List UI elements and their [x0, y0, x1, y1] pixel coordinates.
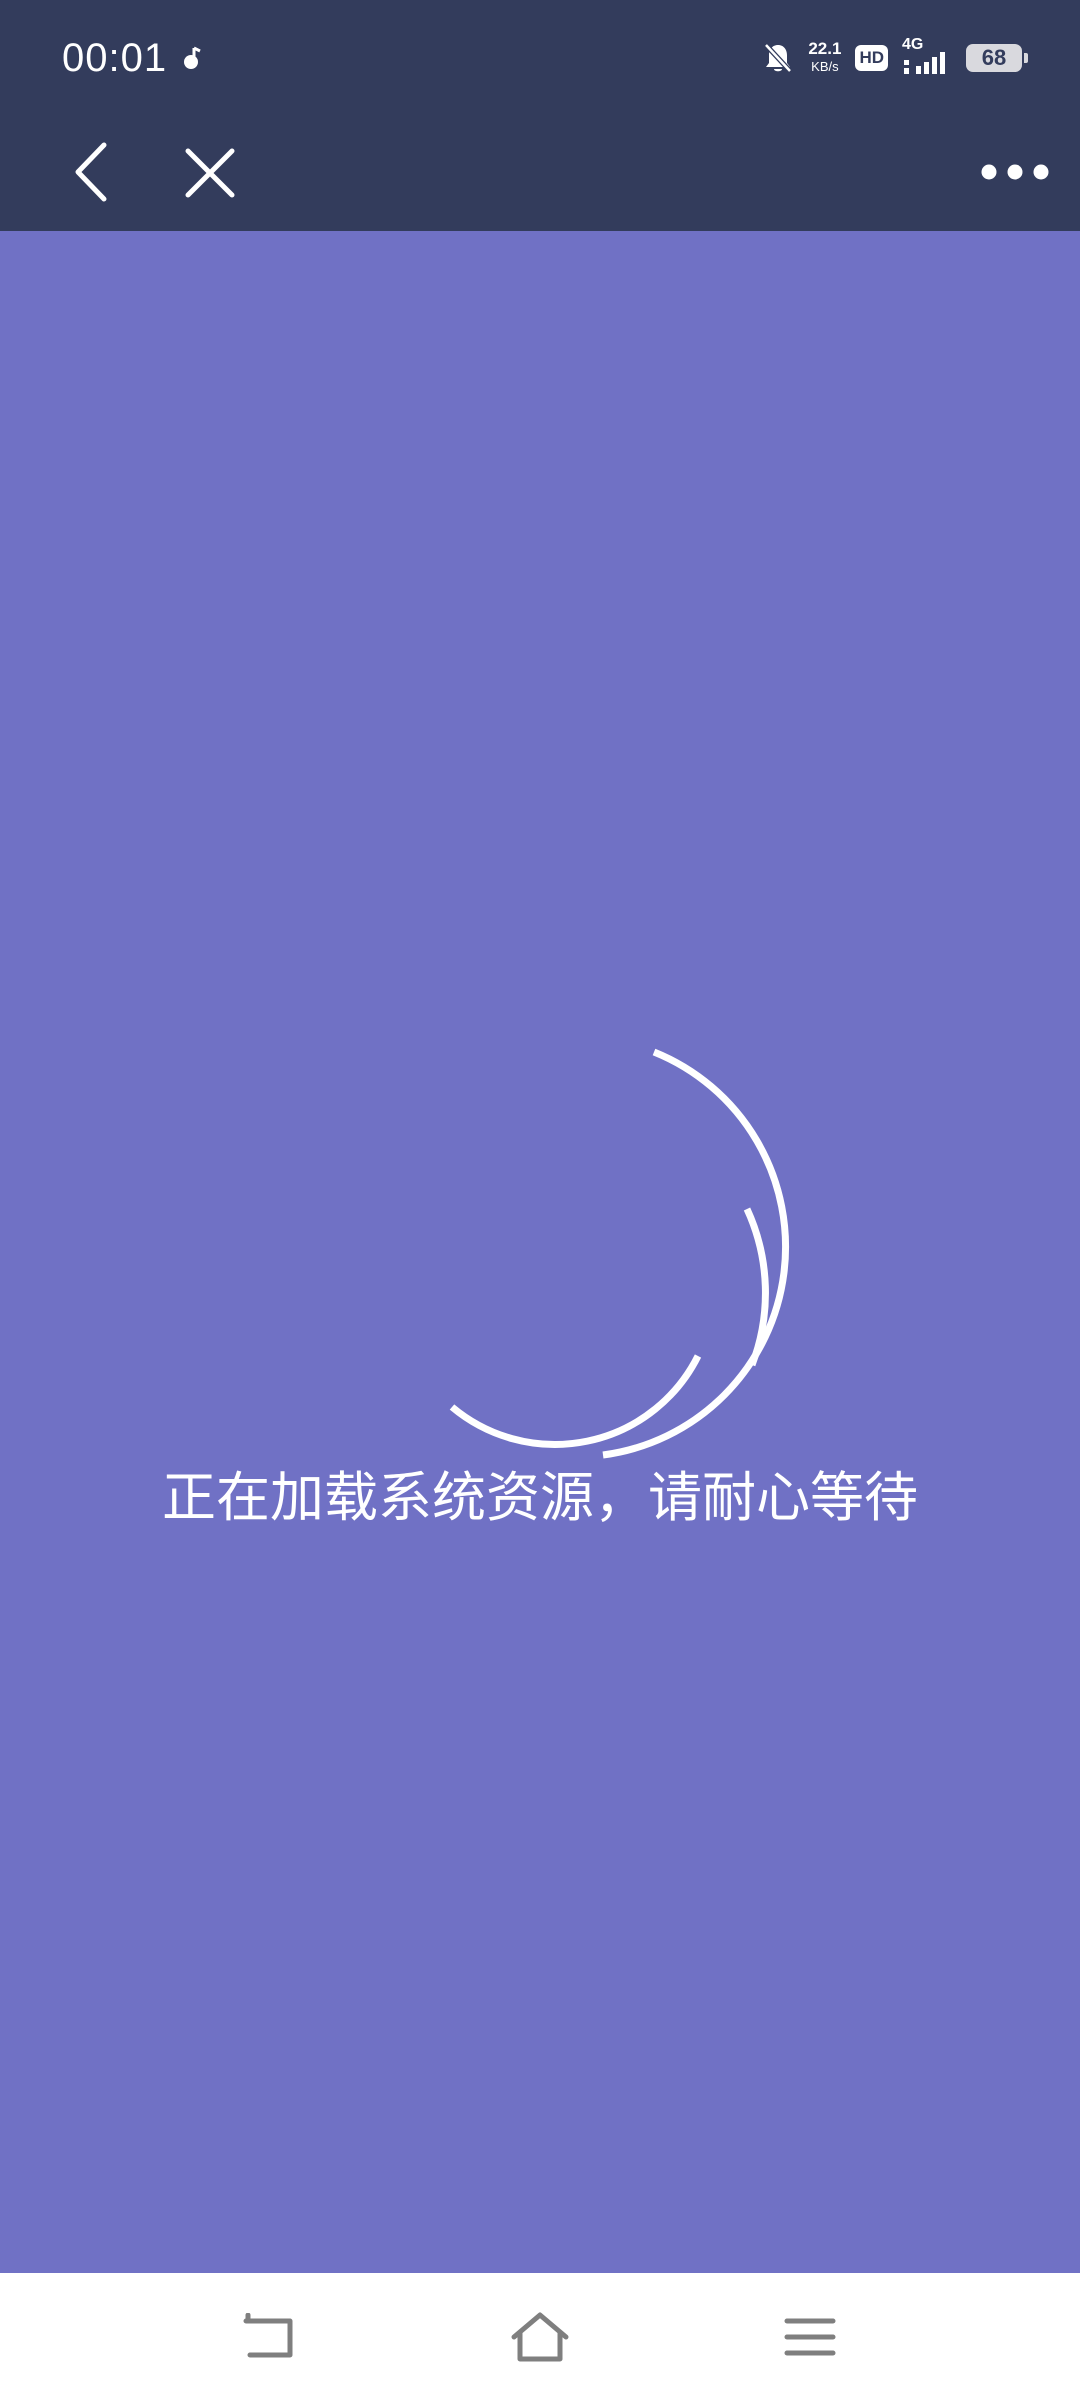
net-speed: 22.1 KB/s: [808, 40, 841, 76]
home-button[interactable]: [504, 2301, 576, 2373]
system-nav-bar: [0, 2273, 1080, 2400]
app-notification-icon: [184, 46, 201, 69]
back-arrow-icon: [75, 142, 107, 202]
battery-icon: 68: [966, 44, 1028, 72]
loading-message: 正在加载系统资源，请耐心等待: [162, 1466, 918, 1529]
home-icon: [511, 2312, 569, 2362]
status-indicators: 22.1 KB/s HD 4G 68: [762, 36, 1028, 80]
system-back-button[interactable]: [234, 2301, 306, 2373]
status-time: 00:01: [62, 36, 168, 80]
more-button[interactable]: [970, 136, 1060, 208]
signal-icon: [904, 52, 945, 74]
menu-icon: [784, 2318, 836, 2356]
web-nav-bar: [0, 116, 1080, 231]
back-button[interactable]: [60, 126, 124, 218]
net-speed-value: 22.1: [808, 39, 842, 58]
net-speed-unit: KB/s: [811, 59, 839, 74]
more-dots-icon: [981, 164, 1049, 180]
close-icon: [185, 148, 235, 198]
close-button[interactable]: [170, 130, 250, 216]
system-back-icon: [243, 2313, 293, 2358]
status-bar: 00:01 22.1 KB/s HD 4G 68: [0, 0, 1080, 116]
loading-spinner-icon: [449, 1048, 790, 1459]
hd-badge: HD: [855, 45, 888, 71]
menu-button[interactable]: [774, 2301, 846, 2373]
mute-bell-icon: [764, 43, 793, 73]
signal-indicator: 4G: [902, 36, 952, 78]
